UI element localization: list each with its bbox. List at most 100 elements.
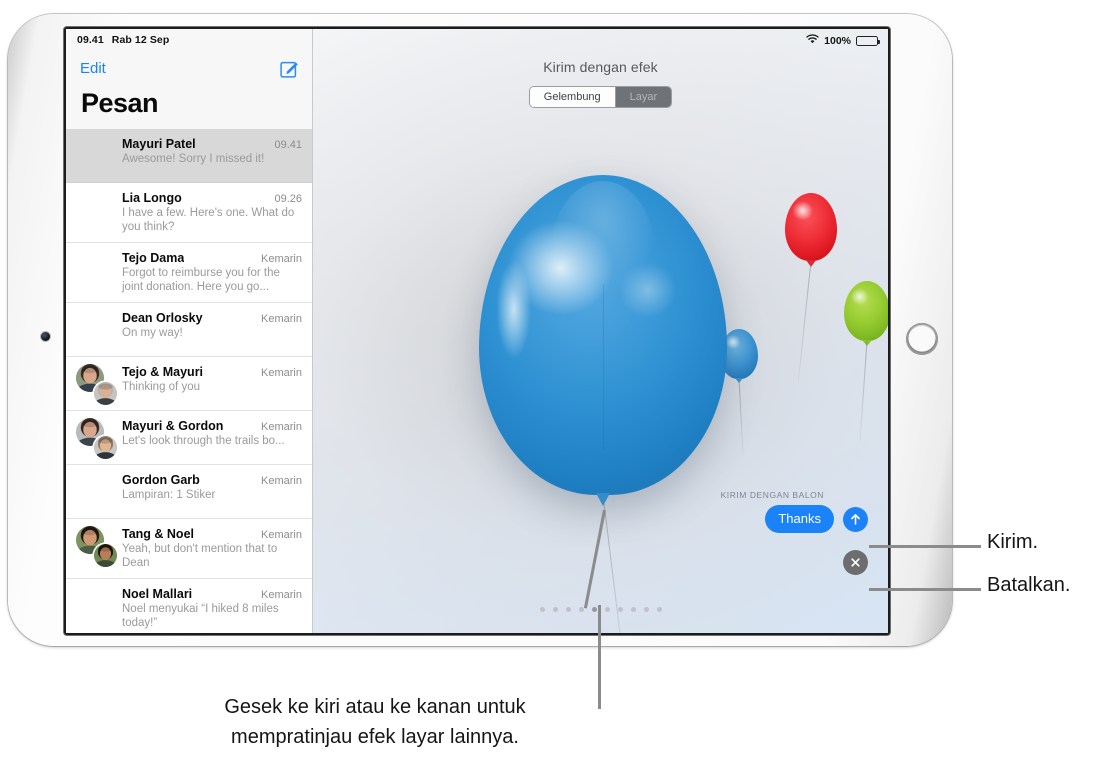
page-dot-6[interactable] <box>604 607 610 612</box>
conversation-header-row: Tejo Dama Kemarin <box>122 251 302 265</box>
avatar-wrap <box>77 138 113 174</box>
ipad-screen: 09.41 Rab 12 Sep Edit Pesan Mayuri Patel… <box>66 29 888 633</box>
conversation-list[interactable]: Mayuri Patel 09.41 Awesome! Sorry I missed… <box>66 129 312 633</box>
conversation-header-row: Gordon Garb Kemarin <box>122 473 302 487</box>
conversation-header-row: Mayuri Patel 09.41 <box>122 137 302 151</box>
conversation-row-gordon-garb[interactable]: Gordon Garb Kemarin Lampiran: 1 Stiker <box>66 465 312 519</box>
conversation-name: Tejo & Mayuri <box>122 365 204 379</box>
effect-type-segmented-control[interactable]: Gelembung Layar <box>528 86 673 108</box>
conversation-time: Kemarin <box>261 475 302 487</box>
conversation-time: Kemarin <box>261 589 302 601</box>
battery-percent-label: 100% <box>824 34 851 47</box>
red-balloon <box>785 193 837 383</box>
avatar-wrap <box>77 192 113 228</box>
conversation-name: Tejo Dama <box>122 251 185 265</box>
callout-line-send <box>869 545 981 548</box>
page-dot-4[interactable] <box>578 607 584 612</box>
conversation-preview: Forgot to reimburse you for the joint do… <box>122 267 280 293</box>
callout-line-cancel <box>869 588 981 591</box>
conversation-preview: Lampiran: 1 Stiker <box>122 489 216 501</box>
conversation-time: 09.26 <box>274 193 302 205</box>
conversation-preview: Awesome! Sorry I missed it! <box>122 153 265 165</box>
conversation-time: Kemarin <box>261 529 302 541</box>
segment-layar[interactable]: Layar <box>615 87 672 107</box>
conversation-name: Tang & Noel <box>122 527 194 541</box>
sidebar-header: 09.41 Rab 12 Sep Edit Pesan <box>66 29 312 129</box>
cancel-button[interactable] <box>843 550 868 575</box>
avatar-wrap <box>77 252 113 288</box>
conversation-header-row: Lia Longo 09.26 <box>122 191 302 205</box>
status-bar-left: 09.41 Rab 12 Sep <box>66 29 312 46</box>
large-blue-balloon <box>479 175 727 633</box>
conversation-body: Tang & Noel Kemarin Yeah, but don't mentio… <box>122 527 302 570</box>
avatar-wrap <box>76 526 117 567</box>
conversation-row-mayuri-patel[interactable]: Mayuri Patel 09.41 Awesome! Sorry I missed… <box>66 129 312 183</box>
conversation-header-row: Dean Orlosky Kemarin <box>122 311 302 325</box>
conversation-name: Mayuri & Gordon <box>122 419 224 433</box>
page-dot-1[interactable] <box>539 607 545 612</box>
conversation-row-mayuri-gordon[interactable]: Mayuri & Gordon Kemarin Let's look through… <box>66 411 312 465</box>
green-balloon <box>844 281 888 441</box>
conversation-name: Lia Longo <box>122 191 182 205</box>
page-indicator-dots[interactable] <box>313 607 888 612</box>
message-bubble-row: Thanks <box>765 505 868 533</box>
conversation-name: Mayuri Patel <box>122 137 196 151</box>
conversation-body: Tejo & Mayuri Kemarin Thinking of you <box>122 365 302 402</box>
wifi-icon <box>806 34 819 47</box>
conversation-name: Gordon Garb <box>122 473 200 487</box>
page-dot-8[interactable] <box>630 607 636 612</box>
callout-label-cancel: Batalkan. <box>987 574 1071 596</box>
close-x-icon <box>851 558 860 567</box>
avatar-secondary <box>94 436 117 459</box>
conversation-body: Mayuri & Gordon Kemarin Let's look through… <box>122 419 302 456</box>
effect-preview-panel: 100% Kirim dengan efek Gelembung Layar K… <box>313 29 888 633</box>
conversation-name: Dean Orlosky <box>122 311 203 325</box>
conversation-row-tang-noel[interactable]: Tang & Noel Kemarin Yeah, but don't mentio… <box>66 519 312 579</box>
conversation-time: Kemarin <box>261 421 302 433</box>
conversation-preview: Thinking of you <box>122 381 200 393</box>
avatar-secondary <box>94 544 117 567</box>
conversation-time: Kemarin <box>261 367 302 379</box>
conversation-preview: I have a few. Here's one. What do you th… <box>122 207 295 233</box>
conversation-row-tejo-mayuri[interactable]: Tejo & Mayuri Kemarin Thinking of you <box>66 357 312 411</box>
battery-icon <box>856 35 881 46</box>
conversation-preview: Let's look through the trails bo... <box>122 435 285 447</box>
compose-pencil-icon[interactable] <box>280 58 300 78</box>
page-dot-3[interactable] <box>565 607 571 612</box>
page-dot-5[interactable] <box>591 607 597 612</box>
conversation-preview: On my way! <box>122 327 183 339</box>
avatar-wrap <box>77 474 113 510</box>
conversation-row-lia-longo[interactable]: Lia Longo 09.26 I have a few. Here's one. … <box>66 183 312 243</box>
conversation-preview: Noel menyukai “I hiked 8 miles today!” <box>122 603 279 629</box>
conversation-body: Gordon Garb Kemarin Lampiran: 1 Stiker <box>122 473 302 510</box>
message-bubble[interactable]: Thanks <box>765 505 834 533</box>
conversation-row-dean-orlosky[interactable]: Dean Orlosky Kemarin On my way! <box>66 303 312 357</box>
conversation-body: Mayuri Patel 09.41 Awesome! Sorry I missed… <box>122 137 302 174</box>
conversation-header-row: Tang & Noel Kemarin <box>122 527 302 541</box>
effect-title: Kirim dengan efek <box>543 59 658 75</box>
conversation-body: Lia Longo 09.26 I have a few. Here's one. … <box>122 191 302 234</box>
bottom-caption-line1: Gesek ke kiri atau ke kanan untuk <box>224 696 526 718</box>
page-dot-10[interactable] <box>656 607 662 612</box>
page-title: Pesan <box>81 88 159 118</box>
arrow-up-icon <box>851 513 860 525</box>
home-button[interactable] <box>906 323 938 355</box>
avatar-secondary <box>94 382 117 405</box>
status-time: 09.41 <box>77 34 104 46</box>
avatar-wrap <box>76 364 117 405</box>
conversation-row-noel-mallari[interactable]: Noel Mallari Kemarin Noel menyukai “I hike… <box>66 579 312 633</box>
conversation-header-row: Noel Mallari Kemarin <box>122 587 302 601</box>
edit-button[interactable]: Edit <box>80 60 106 77</box>
send-button[interactable] <box>843 506 868 532</box>
page-dot-2[interactable] <box>552 607 558 612</box>
page-dot-9[interactable] <box>643 607 649 612</box>
segment-gelembung[interactable]: Gelembung <box>529 87 616 107</box>
messages-sidebar: 09.41 Rab 12 Sep Edit Pesan Mayuri Patel… <box>66 29 313 633</box>
callout-label-send: Kirim. <box>987 531 1039 553</box>
conversation-name: Noel Mallari <box>122 587 193 601</box>
front-camera-icon <box>41 332 50 341</box>
conversation-row-tejo-dama[interactable]: Tejo Dama Kemarin Forgot to reimburse you … <box>66 243 312 303</box>
page-dot-7[interactable] <box>617 607 623 612</box>
avatar-wrap <box>76 418 117 459</box>
send-effect-area: KIRIM DENGAN BALON Thanks <box>721 490 868 575</box>
